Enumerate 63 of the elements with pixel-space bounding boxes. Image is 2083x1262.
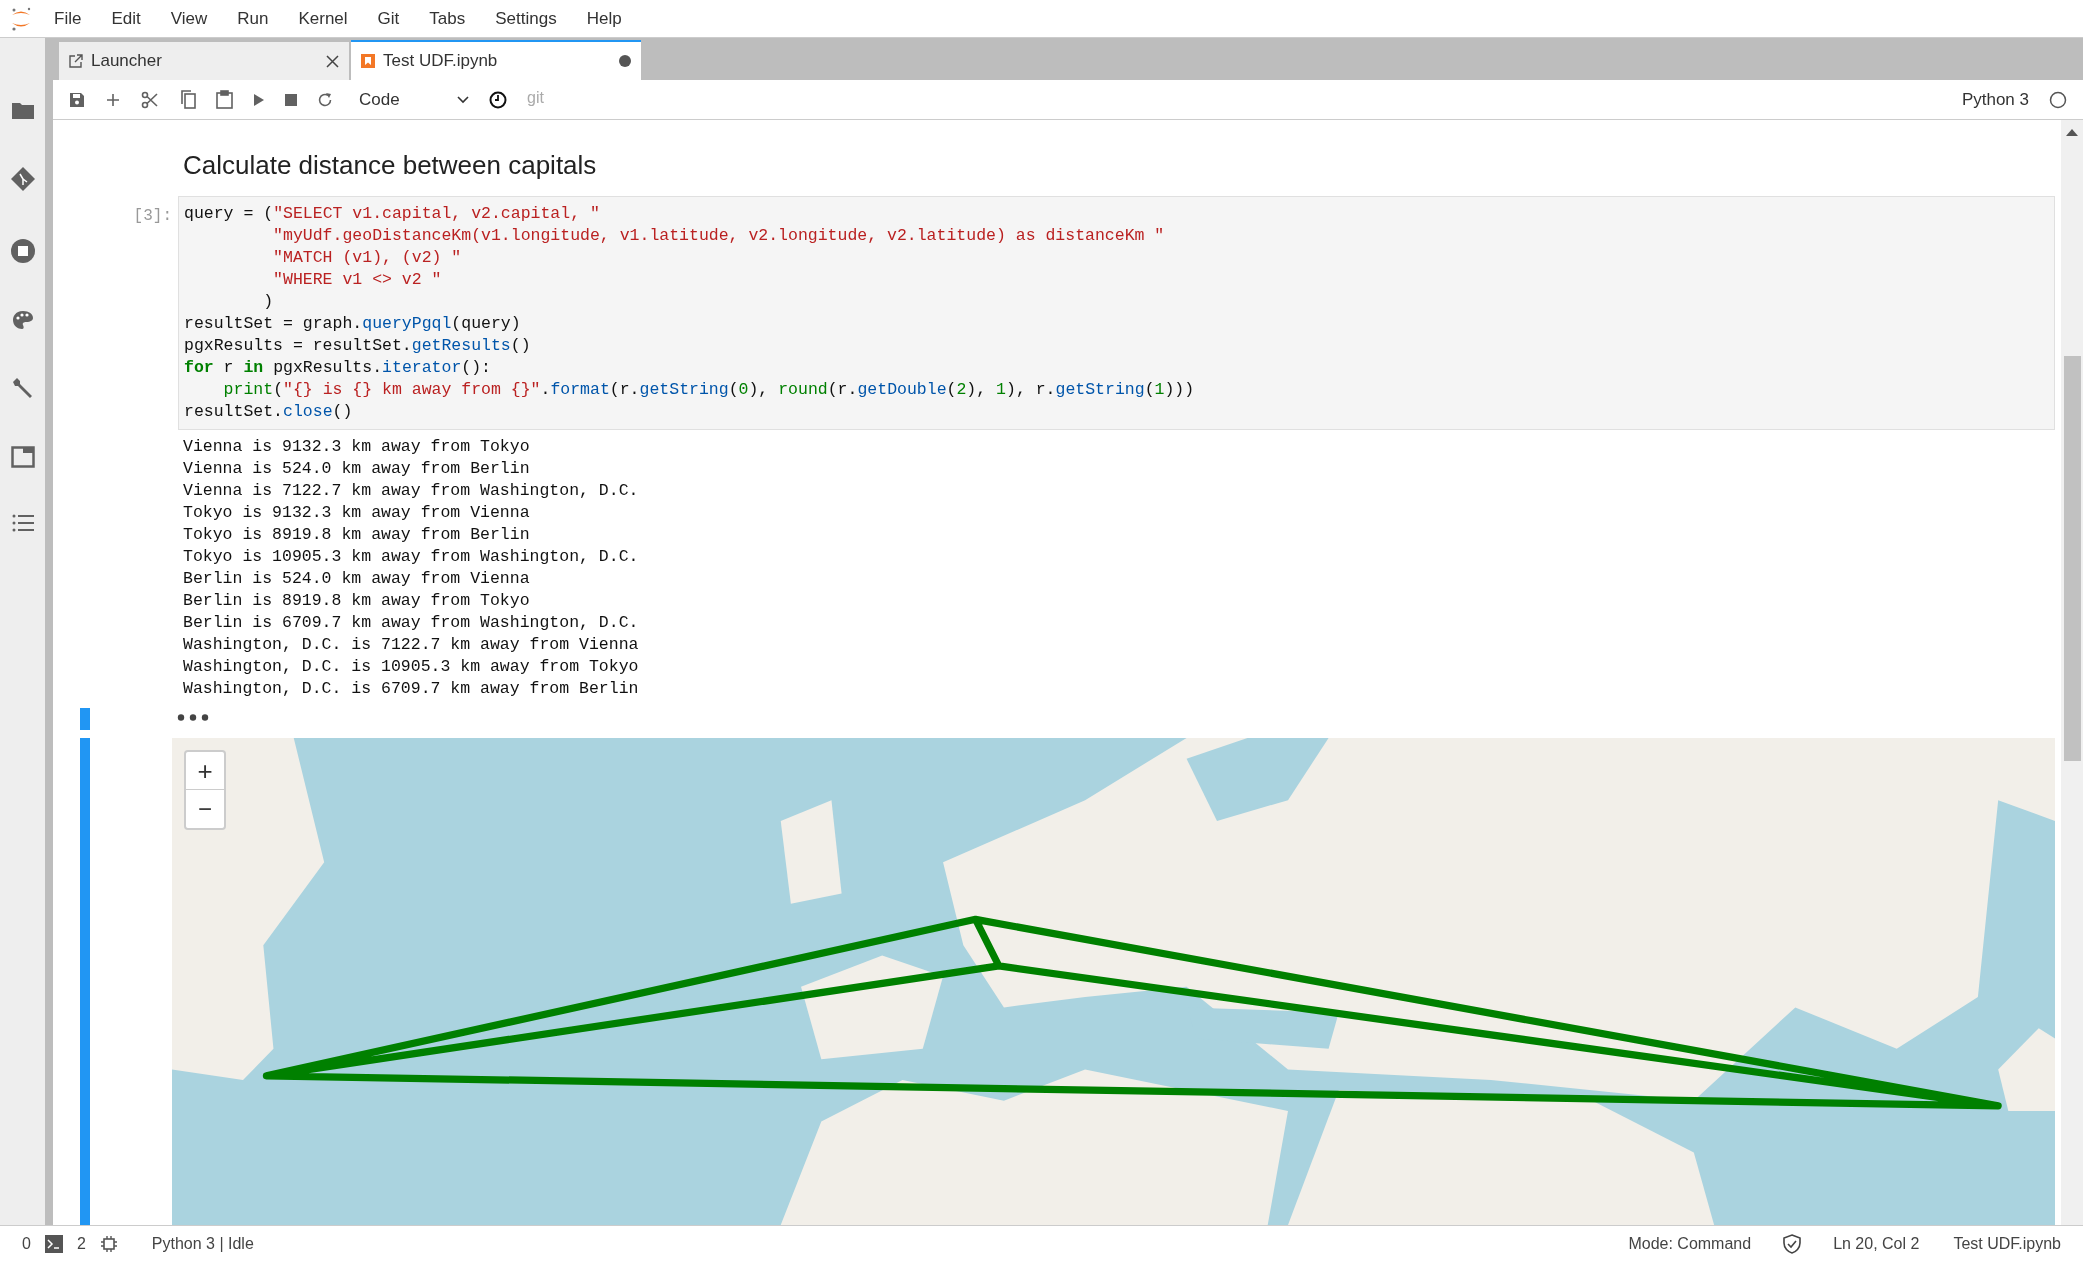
mode-label[interactable]: Mode: Command (1628, 1232, 1752, 1256)
menu-item[interactable]: Run (225, 5, 281, 32)
menu-item[interactable]: Settings (483, 5, 569, 32)
stop-circle-icon[interactable] (9, 238, 36, 264)
scrollbar[interactable] (2061, 120, 2083, 1225)
menu-item[interactable]: Kernel (286, 5, 360, 32)
kernel-count[interactable]: 2 (76, 1232, 86, 1256)
kernel-name[interactable]: Python 3 (1961, 86, 2029, 113)
wrench-icon[interactable] (10, 376, 35, 400)
unsaved-dot-icon[interactable] (619, 55, 631, 67)
output-line: Washington, D.C. is 7122.7 km away from Vienna (183, 634, 640, 656)
restart-icon[interactable] (317, 91, 333, 108)
notebook-icon (361, 54, 375, 68)
folder-icon[interactable] (10, 100, 35, 120)
output-line: Berlin is 8919.8 km away from Tokyo (183, 590, 531, 612)
menu-item[interactable]: View (158, 5, 220, 32)
stop-icon[interactable] (285, 93, 297, 106)
chip-icon[interactable] (99, 1235, 118, 1253)
output-line: Vienna is 524.0 km away from Berlin (183, 458, 531, 480)
terminal-icon[interactable] (44, 1235, 63, 1253)
caret-icon (457, 95, 469, 104)
cell-prompt: [3]: (133, 207, 172, 225)
external-link-icon (69, 54, 83, 68)
shield-icon[interactable] (1783, 1234, 1802, 1254)
output-line: Berlin is 524.0 km away from Vienna (183, 568, 531, 590)
menu-item[interactable]: Git (365, 5, 412, 32)
code-editor[interactable]: query = ("SELECT v1.capital, v2.capital, " "myUdf.geoDistanceKm(v1.longitude, v1.latitude, v2.longitude, v2.latitude) as distanceKm " "MATCH (v1), (v2) " "WHERE v1 <> v2 " ) resultSet = graph.queryPgql(query) pgxResults = resultSet.getResults() for r in pgxResults.iterator(): print("{} is {} km away from {}".format(r.getString(0), round(r.getDouble(2), 1), r.getString(1))) resultSet.close() (178, 196, 2055, 430)
run-icon[interactable] (253, 92, 265, 107)
tab[interactable]: Launcher (59, 42, 349, 80)
palette-icon[interactable] (11, 310, 34, 330)
cut-icon[interactable] (141, 90, 159, 109)
close-icon[interactable] (326, 54, 339, 68)
cell-type-dropdown[interactable]: Code (359, 86, 469, 113)
clock-icon[interactable] (489, 90, 507, 109)
tabs-icon[interactable] (10, 446, 35, 468)
scroll-up-icon[interactable] (2066, 128, 2078, 136)
tab[interactable]: Test UDF.ipynb (351, 40, 641, 80)
output-line: Washington, D.C. is 10905.3 km away from Tokyo (183, 656, 640, 678)
output-line: Washington, D.C. is 6709.7 km away from Berlin (183, 678, 640, 700)
markdown-heading: Calculate distance between capitals (183, 149, 598, 182)
terminal-count[interactable]: 0 (22, 1232, 31, 1256)
menu-item[interactable]: Edit (99, 5, 153, 32)
git-icon[interactable] (9, 166, 36, 192)
ellipsis-icon[interactable] (177, 714, 209, 721)
output-line: Tokyo is 9132.3 km away from Vienna (183, 502, 531, 524)
save-icon[interactable] (69, 91, 85, 108)
output-line: Vienna is 7122.7 km away from Washington, D.C. (183, 480, 640, 502)
output-line: Berlin is 6709.7 km away from Washington, D.C. (183, 612, 640, 634)
output-line: Vienna is 9132.3 km away from Tokyo (183, 436, 531, 458)
plus-icon[interactable] (105, 91, 121, 108)
menu-item[interactable]: File (42, 5, 94, 32)
cursor-position[interactable]: Ln 20, Col 2 (1833, 1232, 1920, 1256)
jupyter-logo-icon (10, 5, 32, 32)
file-name[interactable]: Test UDF.ipynb (1953, 1232, 2061, 1256)
menu-item[interactable]: Tabs (417, 5, 478, 32)
output-line: Tokyo is 10905.3 km away from Washington, D.C. (183, 546, 640, 568)
list-icon[interactable] (11, 514, 34, 532)
menu-item[interactable]: Help (574, 5, 634, 32)
kernel-status[interactable]: Python 3 | Idle (151, 1232, 254, 1256)
kernel-idle-icon (2049, 90, 2067, 109)
output-line: Tokyo is 8919.8 km away from Berlin (183, 524, 531, 546)
paste-icon[interactable] (216, 90, 233, 109)
copy-icon[interactable] (179, 90, 196, 109)
